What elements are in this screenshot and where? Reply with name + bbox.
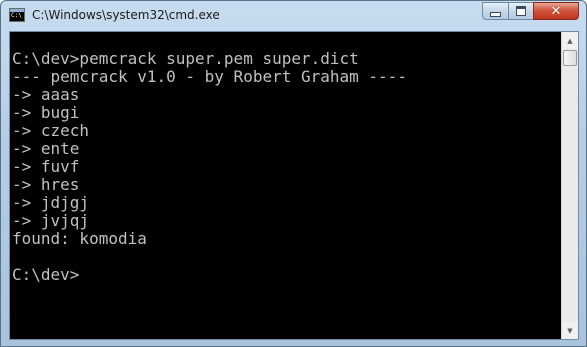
console-line: -> aaas <box>12 85 80 104</box>
console-line: --- pemcrack v1.0 - by Robert Graham ---… <box>12 67 407 86</box>
cmd-console-icon[interactable] <box>9 8 25 22</box>
console-line: -> fuvf <box>12 157 80 176</box>
close-icon: ✕ <box>550 3 562 19</box>
window-title: C:\Windows\system32\cmd.exe <box>32 8 220 22</box>
console-line: -> hres <box>12 175 80 194</box>
console-line: -> jvjqj <box>12 211 90 230</box>
console-line: C:\dev>pemcrack super.pem super.dict <box>12 49 359 68</box>
scroll-up-button[interactable]: ▲ <box>562 32 578 49</box>
console-line: -> ente <box>12 139 80 158</box>
console-line: -> jdjgj <box>12 193 90 212</box>
maximize-icon <box>516 6 526 16</box>
maximize-button[interactable] <box>508 2 534 20</box>
console-prompt-line: C:\dev> <box>12 265 80 284</box>
console-line: found: komodia <box>12 229 147 248</box>
title-bar[interactable]: C:\Windows\system32\cmd.exe ✕ <box>1 1 586 31</box>
cmd-window: C:\Windows\system32\cmd.exe ✕ C:\dev>pem… <box>0 0 587 347</box>
console-output[interactable]: C:\dev>pemcrack super.pem super.dict ---… <box>10 32 561 339</box>
scroll-up-arrow-icon: ▲ <box>567 36 573 45</box>
console-line: -> czech <box>12 121 90 140</box>
scroll-down-button[interactable]: ▼ <box>562 322 578 339</box>
minimize-button[interactable] <box>482 2 509 20</box>
scrollbar-thumb[interactable] <box>563 50 577 66</box>
scroll-down-arrow-icon: ▼ <box>567 326 573 335</box>
minimize-icon <box>490 11 501 17</box>
console-line: -> bugi <box>12 103 80 122</box>
close-button[interactable]: ✕ <box>533 2 579 20</box>
vertical-scrollbar[interactable]: ▲ ▼ <box>561 32 578 339</box>
console-client-area: C:\dev>pemcrack super.pem super.dict ---… <box>9 31 579 340</box>
